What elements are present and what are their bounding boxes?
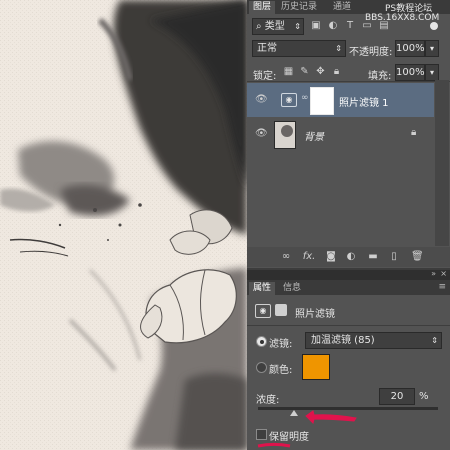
tab-channels[interactable]: 通道 <box>329 1 355 14</box>
properties-panel: » × 属性 信息 ≡ ◉ 照片滤镜 滤镜: 加温滤镜 (85) ⇕ 颜色: 浓… <box>247 270 450 450</box>
lock-all-icon[interactable]: 🔒︎ <box>331 66 342 78</box>
shape-filter-icon[interactable]: ▭ <box>361 20 373 32</box>
tab-info[interactable]: 信息 <box>279 282 305 295</box>
canvas-artwork[interactable] <box>0 0 247 450</box>
pixel-filter-icon[interactable]: ▣ <box>310 20 322 32</box>
add-mask-icon[interactable]: ◙ <box>325 251 337 263</box>
layer-name[interactable]: 照片滤镜 1 <box>339 94 389 109</box>
preserve-luminosity-checkbox[interactable] <box>256 429 267 440</box>
lock-label: 锁定: <box>253 71 277 82</box>
visibility-eye-icon[interactable]: 👁︎ <box>255 129 268 139</box>
layers-footer-toolbar: ∞ fx. ◙ ◐ ▬ ▯ 🗑︎ <box>247 247 450 267</box>
layers-scrollbar[interactable] <box>435 80 449 246</box>
layer-filter-kind: 类型 <box>264 21 285 32</box>
fill-field[interactable]: 100% <box>395 64 425 81</box>
layer-name[interactable]: 背景 <box>304 128 324 143</box>
filter-toggle-icon[interactable] <box>430 22 438 30</box>
collapse-icon[interactable]: » <box>431 270 436 278</box>
panel-menu-icon[interactable]: ≡ <box>438 282 446 292</box>
chain-link-icon[interactable]: ∞ <box>301 93 309 103</box>
photo-filter-adjustment-icon: ◉ <box>255 304 271 318</box>
properties-divider <box>247 325 450 326</box>
ink-painting-image <box>0 0 247 450</box>
background-thumbnail-ink <box>281 125 293 137</box>
new-adjustment-icon[interactable]: ◐ <box>345 251 357 263</box>
filter-value: 加温滤镜 (85) <box>311 335 375 346</box>
layers-divider <box>247 81 450 82</box>
filter-radio[interactable] <box>256 336 267 347</box>
density-label: 浓度: <box>256 395 280 406</box>
density-value: 20 <box>390 391 404 402</box>
properties-tabbar: 属性 信息 ≡ <box>247 280 450 295</box>
fill-label: 填充: <box>368 71 392 82</box>
fx-icon[interactable]: fx. <box>302 251 316 263</box>
link-layers-icon[interactable]: ∞ <box>280 251 292 263</box>
layer-filter-select[interactable]: ⌕ 类型 ⇕ <box>252 18 304 35</box>
tab-layers[interactable]: 图层 <box>249 1 276 14</box>
preserve-luminosity-label: 保留明度 <box>269 432 309 443</box>
tab-history[interactable]: 历史记录 <box>277 1 321 14</box>
mask-toggle-icon[interactable] <box>275 304 287 316</box>
close-icon[interactable]: × <box>440 270 447 278</box>
lock-transparent-icon[interactable]: ▦ <box>283 66 294 78</box>
tab-properties[interactable]: 属性 <box>249 282 276 295</box>
blend-mode-value: 正常 <box>257 43 277 54</box>
fill-dropdown-button[interactable]: ▾ <box>425 64 439 81</box>
layer-row-background[interactable]: 👁︎ 背景 🔒︎ <box>247 118 434 150</box>
chevron-updown-icon: ⇕ <box>431 336 438 345</box>
layer-row-photo-filter[interactable]: 👁︎ ◉ ∞ 照片滤镜 1 <box>247 83 434 117</box>
new-layer-icon[interactable]: ▯ <box>388 251 400 263</box>
smart-object-filter-icon[interactable]: ▤ <box>378 20 390 32</box>
layer-lock-icon: 🔒︎ <box>411 127 417 138</box>
trash-icon[interactable]: 🗑︎ <box>411 251 424 263</box>
visibility-eye-icon[interactable]: 👁︎ <box>255 95 268 105</box>
opacity-label: 不透明度: <box>349 47 393 58</box>
adjustment-filter-icon[interactable]: ◐ <box>327 20 339 32</box>
color-radio[interactable] <box>256 362 267 373</box>
filter-select[interactable]: 加温滤镜 (85) ⇕ <box>305 332 442 349</box>
filter-radio-dot <box>259 339 264 344</box>
fill-value: 100% <box>396 67 425 78</box>
blend-mode-select[interactable]: 正常 ⇕ <box>252 40 346 57</box>
type-filter-icon[interactable]: T <box>344 20 356 32</box>
layer-mask-thumbnail[interactable] <box>310 87 334 115</box>
layers-panel: 图层 历史记录 通道 PS教程论坛 BBS.16XX8.COM ⌕ 类型 ⇕ ▣… <box>247 0 450 268</box>
watermark-line2: BBS.16XX8.COM <box>365 13 440 23</box>
properties-title: 照片滤镜 <box>295 309 335 320</box>
background-thumbnail <box>274 121 296 149</box>
new-group-folder-icon[interactable]: ▬ <box>367 251 379 263</box>
search-icon: ⌕ <box>256 21 262 32</box>
chevron-updown-icon: ⇕ <box>335 44 342 53</box>
adjustment-layer-icon: ◉ <box>281 93 297 107</box>
opacity-value: 100% <box>396 43 425 54</box>
density-field[interactable]: 20 <box>379 388 415 405</box>
opacity-dropdown-button[interactable]: ▾ <box>425 40 439 57</box>
properties-header-strip: » × <box>247 270 450 280</box>
filter-label: 滤镜: <box>269 339 293 350</box>
chevron-updown-icon: ⇕ <box>294 22 301 31</box>
lock-position-icon[interactable]: ✥ <box>315 66 326 78</box>
color-label: 颜色: <box>269 365 293 376</box>
density-slider-thumb[interactable] <box>290 410 298 416</box>
lock-image-icon[interactable]: ✎ <box>299 66 310 78</box>
density-slider-track[interactable] <box>258 407 438 410</box>
color-swatch[interactable] <box>302 354 330 380</box>
density-unit: % <box>419 391 429 402</box>
opacity-field[interactable]: 100% <box>395 40 425 57</box>
